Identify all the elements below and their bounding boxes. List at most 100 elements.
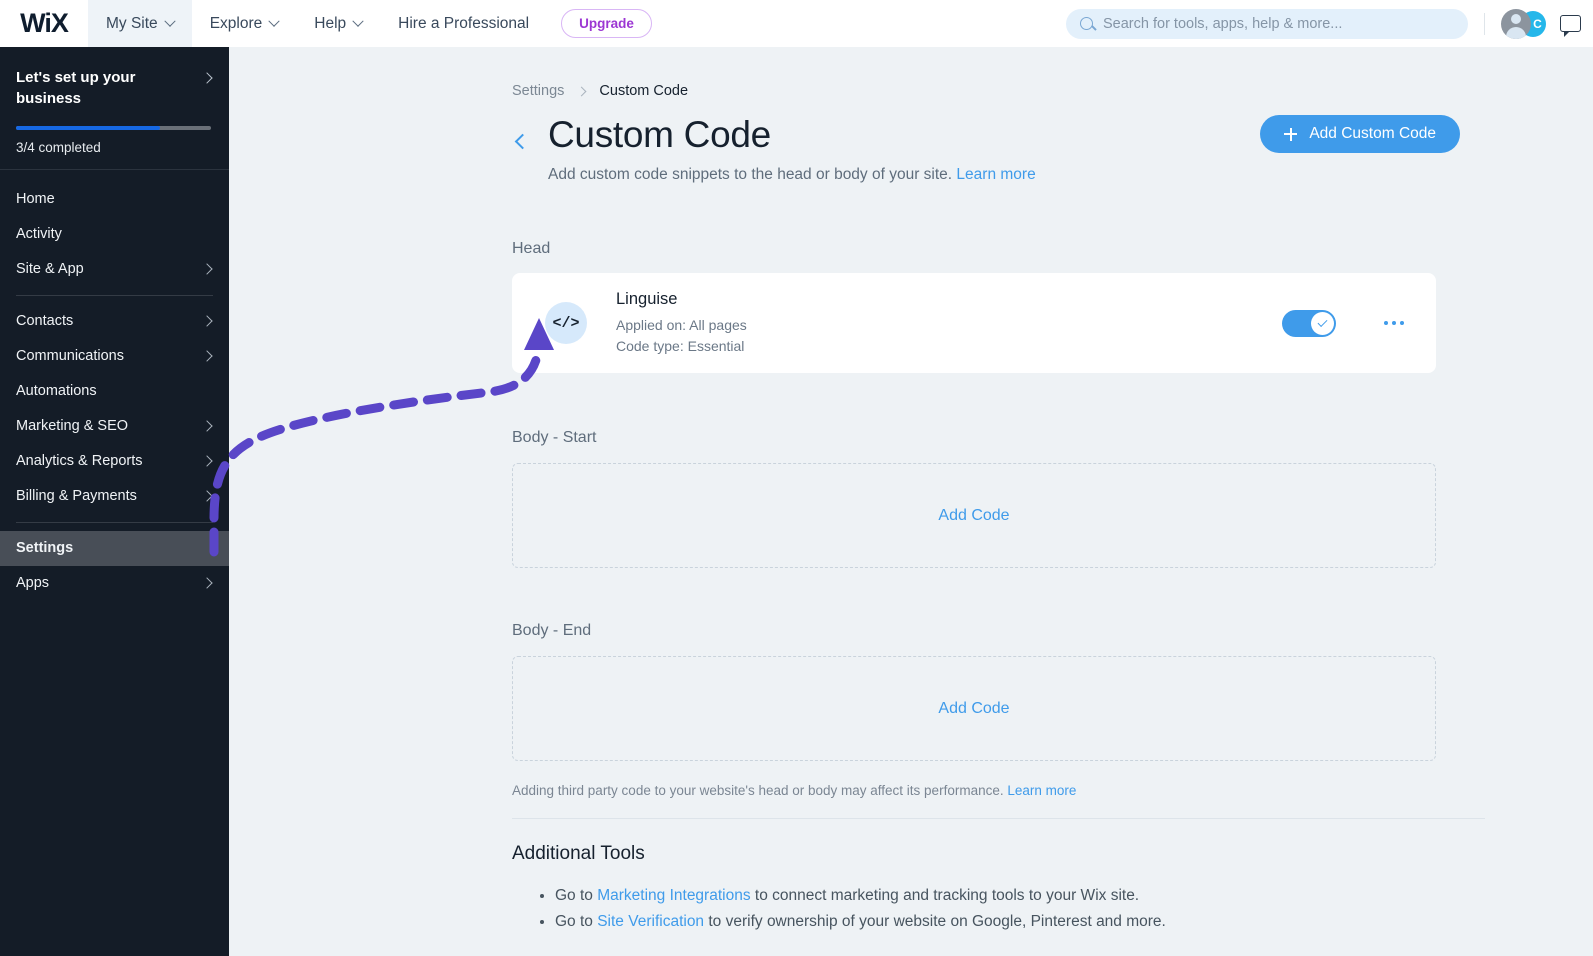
nav-tab-my-site-label: My Site [106, 14, 158, 32]
chevron-down-icon [164, 15, 176, 27]
page-subtitle: Add custom code snippets to the head or … [548, 166, 1036, 184]
add-code-body-end-button[interactable]: Add Code [512, 656, 1436, 761]
custom-code-snippet-icon: </> [545, 302, 587, 344]
sidebar-item-contacts[interactable]: Contacts [0, 304, 229, 339]
page-title: Custom Code [548, 114, 771, 155]
snippet-code-type: Code type: Essential [616, 337, 745, 354]
dot [1383, 320, 1388, 326]
sidebar-item-billing-and-payments[interactable]: Billing & Payments [0, 479, 229, 514]
breadcrumb-parent[interactable]: Settings [512, 83, 564, 99]
avatar-group[interactable]: C [1501, 8, 1546, 39]
chevron-down-icon [352, 15, 364, 27]
content-wrapper: Settings Custom Code Custom Code Add cus… [229, 47, 1593, 936]
nav-tab-explore-label: Explore [209, 14, 263, 32]
nav-tab-explore[interactable]: Explore [192, 0, 297, 47]
sidebar-item-apps[interactable]: Apps [0, 566, 229, 601]
add-code-label: Add Code [938, 506, 1010, 524]
site-verification-link[interactable]: Site Verification [597, 913, 704, 930]
list-item: Go to Site Verification to verify owners… [555, 909, 1593, 935]
sidebar-item-label: Automations [16, 383, 97, 400]
sidebar-item-home[interactable]: Home [0, 182, 229, 217]
sidebar-item-activity[interactable]: Activity [0, 217, 229, 252]
back-arrow-icon[interactable] [514, 133, 531, 150]
chevron-right-icon [201, 455, 213, 467]
breadcrumb-current: Custom Code [599, 83, 689, 99]
snippet-enabled-toggle[interactable] [1281, 309, 1336, 337]
top-bar-right: Search for tools, apps, help & more... C [1066, 8, 1593, 39]
sidebar-item-automations[interactable]: Automations [0, 374, 229, 409]
chevron-right-icon [201, 315, 213, 327]
disclaimer-text: Adding third party code to your website'… [512, 783, 1004, 798]
chat-bubble-icon[interactable] [1560, 15, 1581, 37]
section-body-start: Body - Start Add Code [512, 429, 1593, 568]
search-icon [1080, 17, 1093, 30]
divider [1484, 12, 1485, 35]
disclaimer-learn-more-link[interactable]: Learn more [1007, 783, 1076, 798]
chevron-down-icon [268, 15, 280, 27]
main-content: Settings Custom Code Custom Code Add cus… [229, 47, 1593, 956]
search-input[interactable]: Search for tools, apps, help & more... [1066, 8, 1468, 39]
additional-tools-list: Go to Marketing Integrations to connect … [512, 883, 1593, 936]
avatar[interactable] [1501, 8, 1531, 39]
nav-tab-help[interactable]: Help [296, 0, 380, 47]
performance-disclaimer: Adding third party code to your website'… [512, 783, 1593, 798]
sidebar-item-label: Communications [16, 348, 124, 365]
sidebar-item-label: Home [16, 191, 55, 208]
setup-card-title: Let's set up your business [16, 69, 136, 108]
sidebar-divider [16, 294, 213, 296]
dot [1391, 320, 1396, 326]
section-body-start-label: Body - Start [512, 429, 597, 446]
tool-item-suffix: to verify ownership of your website on G… [704, 913, 1166, 931]
chevron-right-icon [201, 420, 213, 432]
sidebar-item-label: Analytics & Reports [16, 453, 143, 470]
page-subtitle-text: Add custom code snippets to the head or … [548, 166, 953, 183]
nav-tab-hire-a-professional[interactable]: Hire a Professional [380, 0, 547, 47]
top-bar: WiX My Site Explore Help Hire a Professi… [0, 0, 1593, 47]
section-head: Head </> Linguise Applied on: All pages … [512, 240, 1593, 373]
dot [1399, 320, 1404, 326]
add-code-body-start-button[interactable]: Add Code [512, 463, 1436, 568]
section-divider [512, 818, 1485, 819]
sidebar-item-marketing-and-seo[interactable]: Marketing & SEO [0, 409, 229, 444]
learn-more-link[interactable]: Learn more [956, 166, 1035, 183]
sidebar-item-label: Contacts [16, 313, 74, 330]
sidebar-item-site-and-app[interactable]: Site & App [0, 252, 229, 287]
setup-progress-text: 3/4 completed [16, 139, 101, 155]
snippet-details: Linguise Applied on: All pages Code type… [616, 290, 747, 357]
progress-bar-track [16, 125, 211, 130]
snippet-meta: Applied on: All pages Code type: Essenti… [616, 315, 747, 357]
upgrade-button[interactable]: Upgrade [561, 9, 652, 38]
sidebar: Let's set up your business 3/4 completed… [0, 47, 229, 956]
nav-tab-help-label: Help [314, 14, 347, 32]
sidebar-item-communications[interactable]: Communications [0, 339, 229, 374]
sidebar-item-settings[interactable]: Settings [0, 530, 229, 566]
sidebar-item-label: Billing & Payments [16, 488, 137, 505]
chevron-right-icon [201, 490, 213, 502]
nav-tab-my-site[interactable]: My Site [88, 0, 192, 47]
chevron-right-icon [201, 72, 213, 84]
add-custom-code-button[interactable]: Add Custom Code [1260, 115, 1460, 153]
section-body-end: Body - End Add Code [512, 622, 1593, 761]
check-icon [1317, 316, 1327, 327]
sidebar-item-label: Site & App [16, 261, 84, 278]
wix-logo-icon[interactable]: WiX [0, 0, 88, 47]
tool-item-prefix: Go to [555, 887, 598, 904]
tool-item-prefix: Go to [555, 913, 598, 931]
sidebar-divider [16, 521, 213, 523]
search-placeholder: Search for tools, apps, help & more... [1103, 15, 1343, 32]
progress-bar-fill [16, 125, 161, 130]
sidebar-item-label: Apps [16, 575, 50, 592]
sidebar-item-analytics-and-reports[interactable]: Analytics & Reports [0, 444, 229, 479]
more-options-icon[interactable] [1378, 315, 1411, 332]
custom-code-snippet-card[interactable]: </> Linguise Applied on: All pages Code … [512, 273, 1436, 373]
setup-card-header: Let's set up your business [16, 67, 213, 110]
setup-progress-card[interactable]: Let's set up your business 3/4 completed [0, 47, 229, 169]
sidebar-nav-list: Home Activity Site & App Contacts Commun… [0, 170, 229, 601]
sidebar-item-label: Settings [16, 540, 74, 557]
snippet-name: Linguise [616, 289, 678, 308]
chevron-right-icon [201, 577, 213, 589]
marketing-integrations-link[interactable]: Marketing Integrations [597, 887, 750, 904]
sidebar-item-label: Marketing & SEO [16, 418, 129, 435]
plus-icon [1284, 127, 1298, 141]
add-custom-code-label: Add Custom Code [1309, 125, 1436, 142]
